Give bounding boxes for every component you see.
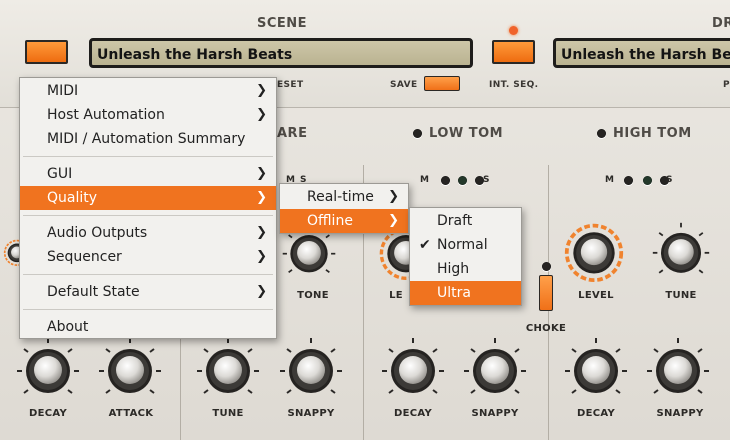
- high-tom-snappy-knob[interactable]: [645, 336, 711, 402]
- quality-submenu: Real-time ❯ Offline ❯: [279, 183, 409, 234]
- save-label: SAVE: [390, 80, 418, 90]
- menu-separator: [23, 156, 273, 157]
- scene-name-display[interactable]: Unleash the Harsh Beats: [89, 38, 473, 68]
- chevron-right-icon: ❯: [256, 284, 267, 299]
- checkmark-icon: ✔: [419, 237, 431, 253]
- chevron-right-icon: ❯: [388, 213, 399, 228]
- high-tom-level-label: LEVEL: [578, 290, 614, 301]
- submenu-item-realtime[interactable]: Real-time ❯: [280, 185, 408, 209]
- submenu-item-draft[interactable]: Draft: [410, 209, 521, 233]
- decay-knob[interactable]: [15, 336, 81, 402]
- high-tom-active-led: [643, 176, 652, 185]
- right-label-fragment: P: [723, 80, 730, 90]
- drum-name-display[interactable]: Unleash the Harsh Beats: [553, 38, 730, 68]
- chevron-right-icon: ❯: [256, 107, 267, 122]
- submenu-item-offline[interactable]: Offline ❯: [280, 209, 408, 233]
- snare-tune-knob[interactable]: [195, 336, 261, 402]
- attack-knob[interactable]: [97, 336, 163, 402]
- high-tom-level-knob[interactable]: [563, 220, 625, 282]
- attack-label: ATTACK: [108, 408, 154, 419]
- low-tom-decay-knob[interactable]: [380, 336, 446, 402]
- submenu-item-normal[interactable]: ✔ Normal: [410, 233, 521, 257]
- menu-item-sequencer[interactable]: Sequencer ❯: [20, 245, 276, 269]
- high-tom-led: [597, 129, 606, 138]
- menu-item-host-automation[interactable]: Host Automation ❯: [20, 103, 276, 127]
- chevron-right-icon: ❯: [256, 166, 267, 181]
- chevron-right-icon: ❯: [256, 249, 267, 264]
- main-context-menu: MIDI ❯ Host Automation ❯ MIDI / Automati…: [19, 77, 277, 339]
- chevron-right-icon: ❯: [256, 225, 267, 240]
- menu-separator: [23, 309, 273, 310]
- scene-title: SCENE: [257, 16, 308, 31]
- high-tom-tune-knob[interactable]: [651, 221, 711, 281]
- int-seq-button[interactable]: [492, 40, 535, 64]
- menu-item-quality[interactable]: Quality ❯: [20, 186, 276, 210]
- scene-menu-button[interactable]: [25, 40, 68, 64]
- menu-item-audio-outputs[interactable]: Audio Outputs ❯: [20, 221, 276, 245]
- menu-item-default-state[interactable]: Default State ❯: [20, 280, 276, 304]
- snare-tune-label: TUNE: [212, 408, 244, 419]
- chevron-right-icon: ❯: [256, 83, 267, 98]
- snare-snappy-label: SNAPPY: [287, 408, 335, 419]
- choke-button[interactable]: [539, 275, 553, 311]
- submenu-item-ultra[interactable]: Ultra: [410, 281, 521, 305]
- chevron-right-icon: ❯: [388, 189, 399, 204]
- menu-item-midi[interactable]: MIDI ❯: [20, 79, 276, 103]
- low-tom-mute-led[interactable]: [441, 176, 450, 185]
- divider: [180, 330, 181, 440]
- high-tom-solo-label: S: [666, 175, 673, 185]
- low-tom-led: [413, 129, 422, 138]
- high-tom-mute-label: M: [605, 175, 614, 185]
- high-tom-mute-led[interactable]: [624, 176, 633, 185]
- high-tom-decay-knob[interactable]: [563, 336, 629, 402]
- choke-label: CHOKE: [525, 323, 567, 334]
- snare-snappy-knob[interactable]: [278, 336, 344, 402]
- int-seq-led: [509, 26, 518, 35]
- decay-label: DECAY: [29, 408, 67, 419]
- save-button[interactable]: [424, 76, 460, 91]
- chevron-right-icon: ❯: [256, 190, 267, 205]
- offline-submenu: Draft ✔ Normal High Ultra: [409, 207, 522, 306]
- low-tom-mute-label: M: [420, 175, 429, 185]
- menu-separator: [23, 215, 273, 216]
- menu-item-about[interactable]: About: [20, 315, 276, 339]
- low-tom-decay-label: DECAY: [394, 408, 432, 419]
- low-tom-active-led: [458, 176, 467, 185]
- menu-separator: [23, 274, 273, 275]
- choke-led: [542, 262, 551, 271]
- menu-item-gui[interactable]: GUI ❯: [20, 162, 276, 186]
- tone-label: TONE: [297, 290, 329, 301]
- int-seq-label: INT. SEQ.: [489, 80, 539, 90]
- high-tom-title: HIGH TOM: [613, 126, 692, 141]
- drum-machine-window: SCENE DR Unleash the Harsh Beats Unleash…: [0, 0, 730, 440]
- low-tom-solo-label: S: [483, 175, 490, 185]
- menu-item-automation-summary[interactable]: MIDI / Automation Summary: [20, 127, 276, 151]
- low-tom-snappy-label: SNAPPY: [471, 408, 519, 419]
- high-tom-decay-label: DECAY: [577, 408, 615, 419]
- low-tom-title: LOW TOM: [429, 126, 504, 141]
- preset-label: ESET: [277, 80, 304, 90]
- high-tom-snappy-label: SNAPPY: [656, 408, 704, 419]
- low-tom-snappy-knob[interactable]: [462, 336, 528, 402]
- snare-title: ARE: [277, 126, 308, 141]
- high-tom-tune-label: TUNE: [665, 290, 697, 301]
- drum-title: DR: [712, 16, 730, 31]
- submenu-item-high[interactable]: High: [410, 257, 521, 281]
